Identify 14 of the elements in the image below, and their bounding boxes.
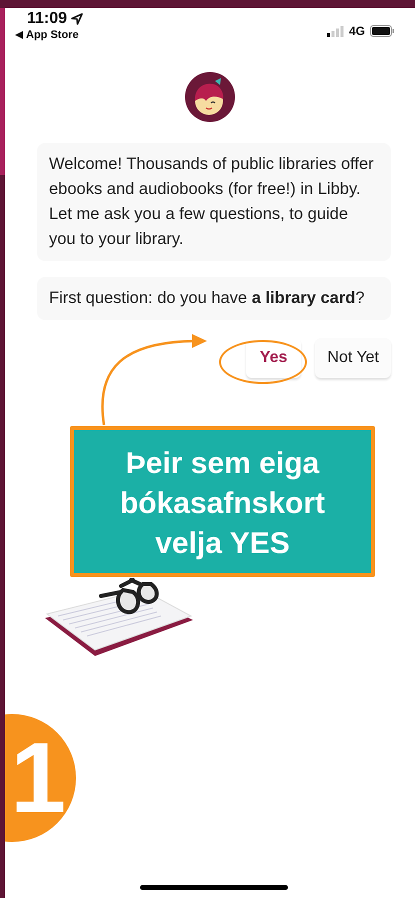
- location-arrow-icon: [71, 13, 84, 25]
- app-logo-icon: [184, 71, 236, 123]
- back-triangle-icon[interactable]: [15, 31, 23, 39]
- clock-time: 11:09: [27, 10, 68, 28]
- chat-message: First question: do you have a library card?: [37, 277, 391, 320]
- step-number-badge: 1: [5, 714, 76, 842]
- signal-icon: [326, 26, 344, 36]
- network-label: 4G: [348, 24, 365, 38]
- answer-button[interactable]: Not Yet: [315, 338, 391, 378]
- back-link[interactable]: App Store: [26, 29, 79, 41]
- battery-icon: [370, 25, 395, 37]
- annotation-callout: Þeir sem eiga bókasafnskort velja YES: [70, 426, 375, 577]
- answer-button[interactable]: Yes: [246, 338, 302, 378]
- chat-message: Welcome! Thousands of public libraries offer ebooks and audiobooks (for free!) in Libby. Let me ask you a few questions, to guide you to your library.: [37, 143, 391, 261]
